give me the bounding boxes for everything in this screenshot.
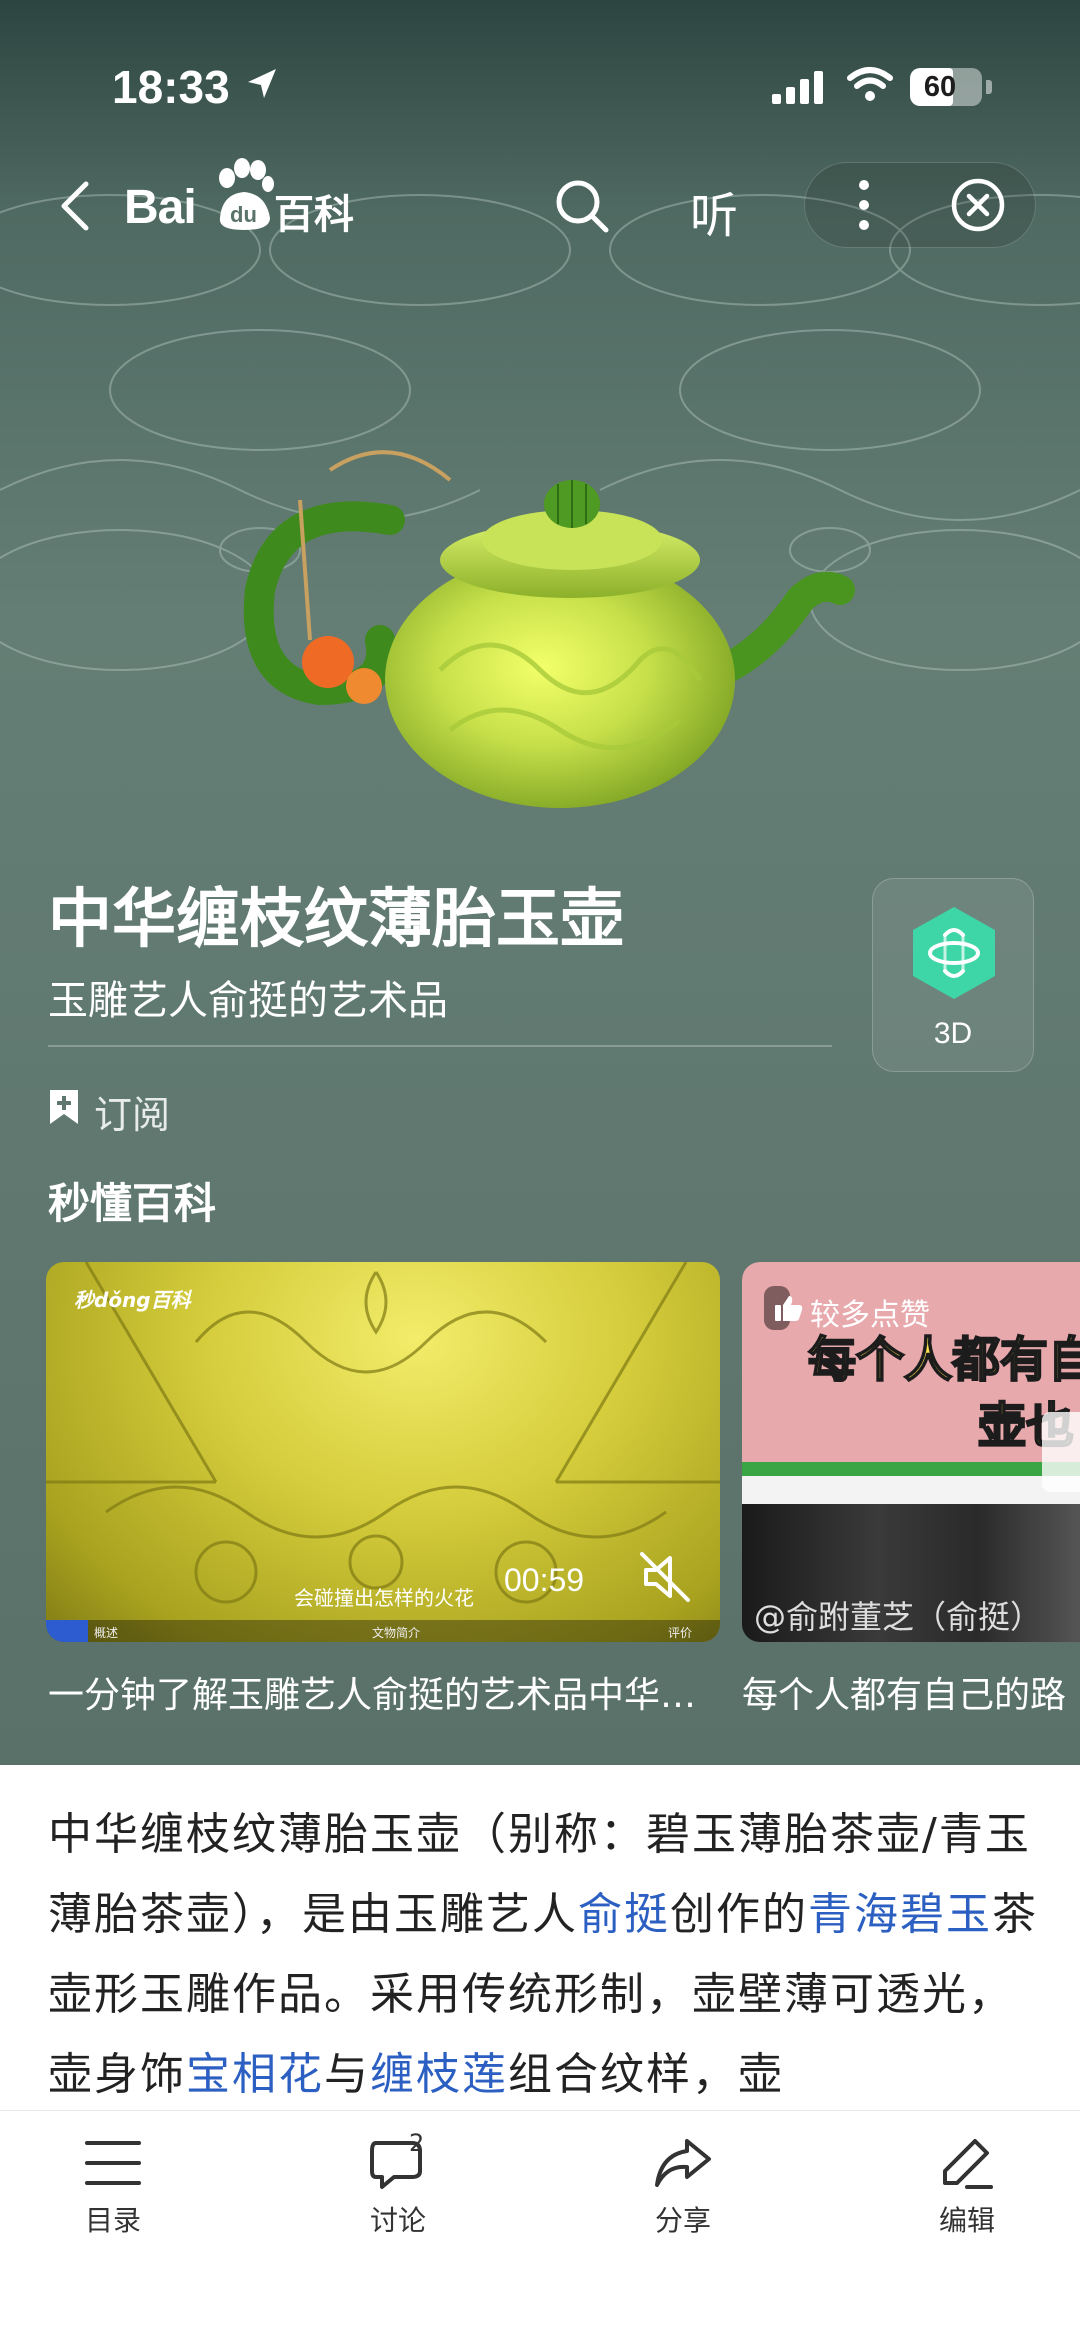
video-progress-fill xyxy=(46,1620,88,1642)
chapter-label: 文物简介 xyxy=(372,1626,421,1640)
thumbs-up-icon xyxy=(775,1296,803,1321)
chapter-label: 概述 xyxy=(94,1626,119,1640)
article-body: 中华缠枝纹薄胎玉壶（别称：碧玉薄胎茶壶/青玉薄胎茶壶），是由玉雕艺人俞挺创作的青… xyxy=(0,1765,1080,2110)
subscribe-label: 订阅 xyxy=(94,1093,171,1137)
chapter-label: 评价 xyxy=(668,1626,693,1640)
toolbar-discuss-button[interactable]: 2 讨论 xyxy=(323,2129,473,2255)
list-icon xyxy=(85,2141,141,2185)
battery-tip xyxy=(986,80,992,94)
teapot-image xyxy=(243,450,855,808)
bottom-toolbar: 目录 2 讨论 分享 编辑 xyxy=(0,2110,1080,2348)
video-title[interactable]: 一分钟了解玉雕艺人俞挺的艺术品中华缠枝纹薄胎玉壶 xyxy=(48,1666,722,1718)
thumb-decoration xyxy=(1042,1412,1080,1492)
view-3d-button[interactable]: 3D xyxy=(872,878,1034,1072)
toolbar-edit-button[interactable]: 编辑 xyxy=(892,2135,1042,2255)
video-author-handle: @俞跗董芝（俞挺） xyxy=(754,1598,1043,1636)
toolbar-label: 分享 xyxy=(654,2204,711,2237)
bookmark-add-icon xyxy=(50,1090,78,1124)
cellular-signal-icon xyxy=(772,71,823,104)
paw-logo-icon: du xyxy=(219,158,274,230)
video-title[interactable]: 每个人都有自己的路 xyxy=(742,1666,1080,1718)
logo-du: du xyxy=(230,202,257,227)
article-link[interactable]: 俞挺 xyxy=(578,1889,670,1940)
video-card[interactable]: 秒dǒng百科 会碰撞出怎样的火花 00:59 概述 文物简介 评价 xyxy=(46,1262,720,1642)
video-chapter-bar: 概述 文物简介 评价 xyxy=(46,1620,720,1642)
toolbar-label: 编辑 xyxy=(938,2204,995,2237)
view-3d-label: 3D xyxy=(933,1017,973,1050)
edit-pencil-icon xyxy=(943,2139,993,2189)
baidu-baike-logo: Bai du 百科 xyxy=(124,158,364,238)
video-caption: 会碰撞出怎样的火花 xyxy=(294,1586,474,1610)
popular-badge: 较多点赞 xyxy=(764,1286,930,1333)
article-text: 组合纹样，壶 xyxy=(508,2049,784,2100)
status-time: 18:33 xyxy=(112,61,230,113)
more-vertical-icon[interactable] xyxy=(836,176,892,234)
toolbar-label: 讨论 xyxy=(369,2204,426,2237)
page-subtitle: 玉雕艺人俞挺的艺术品 xyxy=(48,978,448,1024)
listen-button[interactable]: 听 xyxy=(690,176,738,246)
section-title: 秒懂百科 xyxy=(48,1179,217,1228)
battery-icon: 60 xyxy=(910,68,982,106)
battery-percent: 60 xyxy=(923,71,957,103)
thumb-strip xyxy=(742,1476,1080,1504)
logo-bai: Bai xyxy=(124,181,197,234)
3d-model-icon xyxy=(913,907,995,999)
video-brand: 秒dǒng百科 xyxy=(74,1288,191,1312)
article-text: 创作的 xyxy=(670,1889,808,1940)
hero-section: 18:33 60 Bai du 百科 听 中华缠枝纹薄胎玉壶 玉雕艺人俞挺的艺术… xyxy=(0,0,1080,1765)
mute-icon[interactable] xyxy=(638,1550,692,1604)
article-link[interactable]: 青海碧玉 xyxy=(808,1889,992,1940)
back-chevron-icon[interactable] xyxy=(50,178,106,234)
toolbar-label: 目录 xyxy=(84,2204,141,2237)
toolbar-contents-button[interactable]: 目录 xyxy=(38,2135,188,2255)
logo-baike: 百科 xyxy=(274,192,354,238)
status-bar: 18:33 60 xyxy=(0,0,1080,160)
video-duration: 00:59 xyxy=(504,1562,585,1598)
title-divider xyxy=(48,1045,832,1047)
close-circle-icon[interactable] xyxy=(950,177,1006,233)
page-title: 中华缠枝纹薄胎玉壶 xyxy=(48,883,624,957)
share-icon xyxy=(655,2139,711,2187)
article-link[interactable]: 缠枝莲 xyxy=(370,2049,508,2100)
toolbar-share-button[interactable]: 分享 xyxy=(608,2135,758,2255)
popular-badge-label: 较多点赞 xyxy=(810,1298,930,1333)
wifi-icon xyxy=(847,67,893,101)
article-text: 与 xyxy=(324,2049,370,2100)
location-arrow-icon xyxy=(248,69,276,98)
discuss-count: 2 xyxy=(409,2129,425,2157)
article-paragraph: 中华缠枝纹薄胎玉壶（别称：碧玉薄胎茶壶/青玉薄胎茶壶），是由玉雕艺人俞挺创作的青… xyxy=(48,1795,1038,2110)
video-card[interactable]: 每个人都有自 壶也 较多点赞 @俞跗董芝（俞挺） xyxy=(742,1262,1080,1642)
search-icon[interactable] xyxy=(552,176,612,236)
article-link[interactable]: 宝相花 xyxy=(186,2049,324,2100)
